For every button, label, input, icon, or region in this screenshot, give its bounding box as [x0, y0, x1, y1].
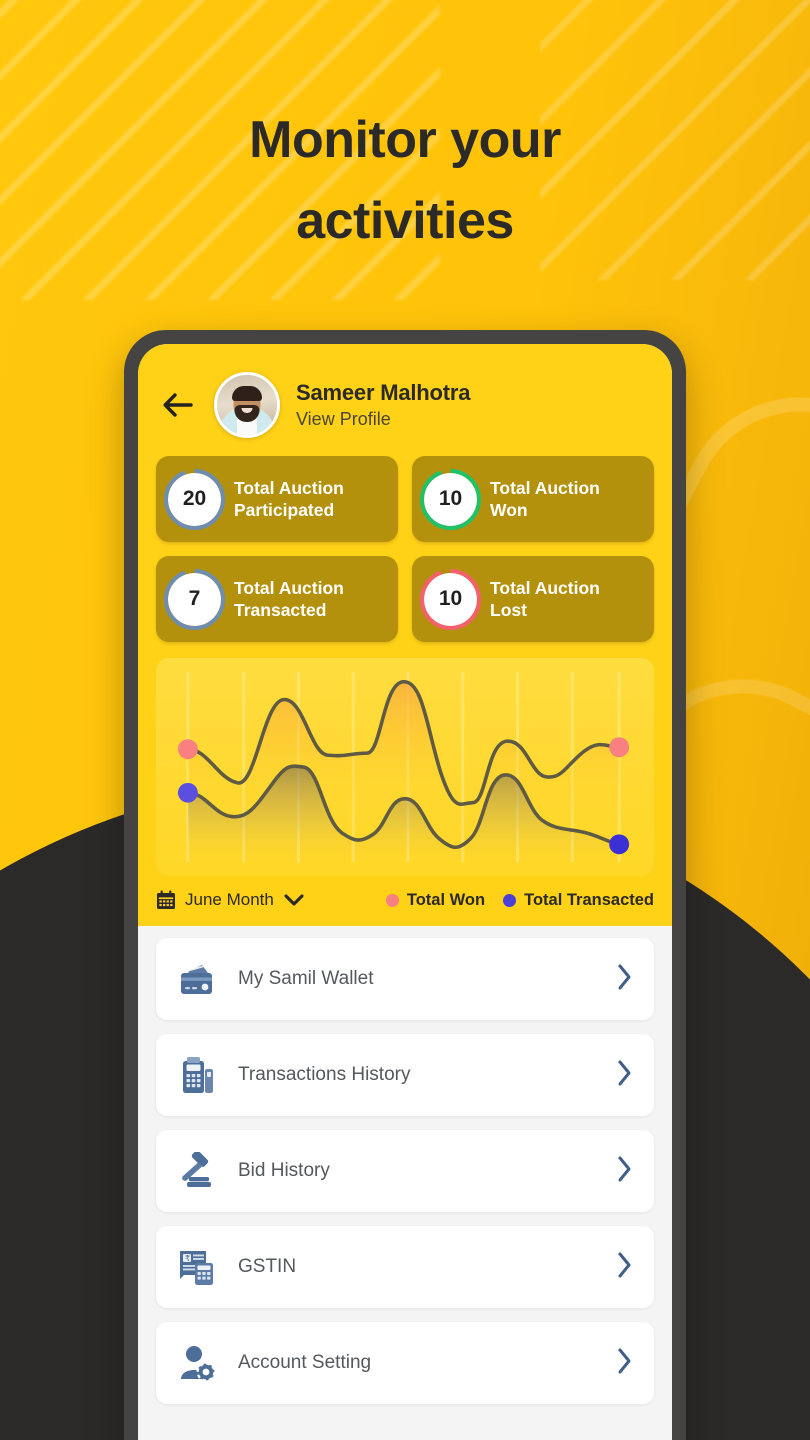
menu-item-wallet[interactable]: My Samil Wallet — [156, 938, 654, 1020]
chevron-right-icon[interactable] — [616, 1154, 634, 1189]
stat-label-line1: Total Auction — [234, 477, 344, 498]
menu-item-label: Account Setting — [238, 1352, 372, 1373]
menu-item-gstin[interactable]: ₹ GSTIN — [156, 1226, 654, 1308]
stat-label-line2: Lost — [490, 600, 527, 620]
activity-chart[interactable] — [156, 658, 654, 876]
profile-text: Sameer Malhotra View Profile — [296, 380, 470, 430]
avatar-hair — [232, 386, 262, 401]
month-label: June Month — [185, 890, 274, 909]
menu-item-transactions-history[interactable]: Transactions History — [156, 1034, 654, 1116]
chevron-right-icon[interactable] — [616, 1346, 634, 1381]
legend-dot-won — [385, 893, 399, 907]
menu-item-label: GSTIN — [238, 1256, 297, 1277]
stat-value: 20 — [182, 487, 207, 510]
menu-item-bid-history[interactable]: Bid History — [156, 1130, 654, 1212]
stat-card-won[interactable]: 10 Total Auction Won — [412, 456, 654, 542]
stat-label-line1: Total Auction — [490, 477, 600, 498]
stats-grid: 20 Total Auction Participated 10 Total A… — [138, 456, 672, 642]
profile-header: Sameer Malhotra View Profile — [138, 344, 672, 456]
chevron-right-icon[interactable] — [616, 962, 634, 997]
legend-label-won: Total Won — [406, 890, 486, 909]
chart-dot-transacted-end — [609, 834, 630, 855]
promo-headline: Monitor your activities — [0, 100, 810, 261]
app-screen: Sameer Malhotra View Profile 20 Total Au… — [138, 344, 672, 1440]
stat-ring: 10 — [424, 472, 477, 526]
stat-label-line2: Won — [490, 500, 528, 520]
stat-value: 7 — [188, 587, 201, 610]
stat-label-line1: Total Auction — [490, 577, 600, 598]
stat-label: Total Auction Lost — [490, 577, 600, 622]
wallet-icon — [176, 957, 220, 1001]
menu-list: My Samil Wallet Transactions History Bid… — [138, 926, 672, 1404]
menu-item-label: My Samil Wallet — [238, 968, 374, 989]
menu-item-label: Bid History — [238, 1160, 330, 1181]
user-settings-icon — [176, 1341, 220, 1385]
arrow-left-icon — [163, 393, 193, 417]
chart-svg — [177, 671, 630, 867]
stat-label: Total Auction Transacted — [234, 577, 344, 622]
stat-label-line1: Total Auction — [234, 577, 344, 598]
stat-ring: 7 — [168, 572, 221, 626]
menu-item-account-setting[interactable]: Account Setting — [156, 1322, 654, 1404]
user-name: Sameer Malhotra — [296, 380, 471, 405]
stat-ring: 20 — [168, 472, 221, 526]
legend-item-total-won: Total Won — [385, 890, 486, 910]
chart-dot-won-end — [609, 737, 630, 758]
menu-item-label: Transactions History — [238, 1064, 411, 1085]
stat-value: 10 — [438, 487, 463, 510]
stat-value: 10 — [438, 587, 463, 610]
chevron-right-icon[interactable] — [616, 1058, 634, 1093]
month-selector[interactable]: June Month — [156, 890, 305, 910]
stat-card-transacted[interactable]: 7 Total Auction Transacted — [156, 556, 398, 642]
pos-terminal-icon — [176, 1053, 220, 1097]
view-profile-link[interactable]: View Profile — [296, 409, 470, 430]
headline-line-2: activities — [296, 191, 514, 250]
stat-label: Total Auction Participated — [234, 477, 344, 522]
chart-dot-transacted-start — [177, 782, 198, 803]
invoice-calculator-icon: ₹ — [176, 1245, 220, 1289]
stat-label-line2: Participated — [234, 500, 335, 520]
chart-dot-won-start — [177, 739, 198, 760]
phone-mockup: Sameer Malhotra View Profile 20 Total Au… — [124, 330, 686, 1440]
avatar[interactable] — [214, 372, 280, 438]
stat-ring: 10 — [424, 572, 477, 626]
gavel-icon — [176, 1149, 220, 1193]
chart-footer: June Month Total Won Total Transacted — [138, 876, 672, 926]
legend-label-transacted: Total Transacted — [524, 890, 654, 909]
stat-label-line2: Transacted — [234, 600, 327, 620]
legend-dot-transacted — [503, 893, 517, 907]
stat-card-participated[interactable]: 20 Total Auction Participated — [156, 456, 398, 542]
stat-card-lost[interactable]: 10 Total Auction Lost — [412, 556, 654, 642]
stat-label: Total Auction Won — [490, 477, 600, 522]
chart-legend: Total Won Total Transacted — [385, 890, 654, 910]
headline-line-1: Monitor your — [249, 111, 561, 169]
svg-text:₹: ₹ — [185, 1254, 190, 1263]
chevron-right-icon[interactable] — [616, 1250, 634, 1285]
app-top-section: Sameer Malhotra View Profile 20 Total Au… — [138, 344, 672, 926]
chevron-down-icon — [284, 894, 304, 906]
calendar-icon — [157, 890, 175, 909]
legend-item-total-transacted: Total Transacted — [503, 891, 654, 910]
back-button[interactable] — [158, 385, 198, 425]
